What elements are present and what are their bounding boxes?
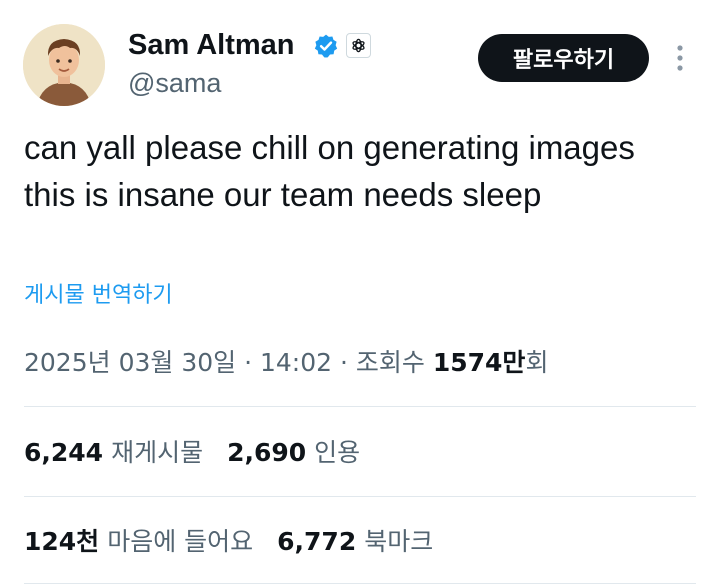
tweet-date[interactable]: 2025년 03월 30일	[24, 348, 236, 377]
meta-separator: ·	[332, 348, 356, 377]
author-display-name[interactable]: Sam Altman	[128, 27, 295, 63]
more-vertical-icon[interactable]	[668, 40, 692, 76]
openai-logo-icon[interactable]	[346, 33, 371, 58]
reposts-count: 6,244	[24, 438, 104, 467]
divider	[24, 496, 696, 497]
reposts-label: 재게시물	[111, 438, 204, 467]
likes-label: 마음에 들어요	[107, 527, 254, 556]
bookmarks-label: 북마크	[364, 527, 434, 556]
follow-button[interactable]: 팔로우하기	[478, 34, 649, 82]
likes-stat[interactable]: 124천 마음에 들어요	[24, 523, 253, 561]
quotes-stat[interactable]: 2,690 인용	[227, 434, 360, 472]
tweet-text: can yall please chill on generating imag…	[24, 129, 635, 213]
quotes-label: 인용	[314, 438, 361, 467]
verified-badge-icon	[313, 33, 339, 59]
tweet-detail: Sam Altman @sama 팔로우하기 can yall please c…	[0, 0, 720, 585]
views-suffix: 회	[525, 348, 549, 377]
quotes-count: 2,690	[227, 438, 307, 467]
stats-row-likes: 124천 마음에 들어요 6,772 북마크	[24, 523, 457, 561]
stats-row-reposts: 6,244 재게시물 2,690 인용	[24, 434, 384, 472]
bookmarks-stat[interactable]: 6,772 북마크	[277, 523, 433, 561]
meta-separator: ·	[236, 348, 260, 377]
tweet-meta: 2025년 03월 30일 · 14:02 · 조회수 1574만회	[24, 344, 548, 382]
avatar[interactable]	[23, 24, 105, 106]
author-handle[interactable]: @sama	[128, 66, 221, 100]
likes-count: 124천	[24, 527, 100, 556]
views-label: 조회수	[355, 348, 425, 377]
reposts-stat[interactable]: 6,244 재게시물	[24, 434, 203, 472]
divider	[24, 583, 696, 584]
views-count: 1574만	[432, 348, 526, 377]
avatar-illustration	[23, 24, 105, 106]
translate-post-link[interactable]: 게시물 번역하기	[24, 279, 173, 313]
tweet-time[interactable]: 14:02	[260, 348, 332, 377]
divider	[24, 406, 696, 407]
bookmarks-count: 6,772	[277, 527, 357, 556]
